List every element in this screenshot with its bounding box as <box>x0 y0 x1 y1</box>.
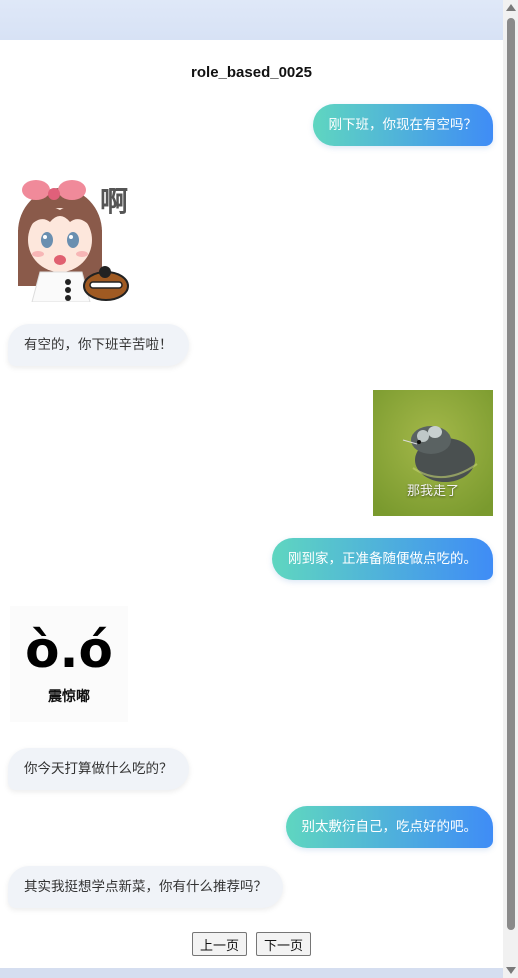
sticker-caption: 那我走了 <box>406 484 459 499</box>
message-bubble-outgoing: 别太敷衍自己，吃点好的吧。 <box>285 806 493 848</box>
scroll-up-arrow-icon[interactable] <box>506 4 516 11</box>
message-bubble-incoming: 有空的，你下班辛苦啦！ <box>8 324 189 366</box>
sticker-face-text: ò.ó <box>25 621 113 679</box>
next-page-button[interactable]: 下一页 <box>256 932 312 956</box>
bottom-bar <box>0 968 503 978</box>
pager: 上一页 下一页 <box>0 932 503 956</box>
sticker-anime-girl: 啊 <box>10 170 132 302</box>
prev-page-button[interactable]: 上一页 <box>191 932 247 956</box>
sticker-mouse: 那我走了 <box>373 390 493 516</box>
message-bubble-outgoing: 刚到家，正准备随便做点吃的。 <box>272 538 493 580</box>
message-bubble-incoming: 其实我挺想学点新菜，你有什么推荐吗？ <box>8 866 283 908</box>
chat-panel: role_based_0025 刚下班，你现在有空吗？ 啊 有空的，你下班辛苦啦… <box>0 40 503 968</box>
chat-title: role_based_0025 <box>191 64 312 81</box>
scroll-down-arrow-icon[interactable] <box>506 967 516 974</box>
sticker-caption: 震惊嘟 <box>48 689 90 705</box>
message-bubble-outgoing: 刚下班，你现在有空吗？ <box>312 104 493 146</box>
sticker-shocked-face: ò.ó 震惊嘟 <box>10 606 128 722</box>
top-bar <box>0 0 503 40</box>
scroll-thumb[interactable] <box>507 18 515 930</box>
message-bubble-incoming: 你今天打算做什么吃的？ <box>8 748 189 790</box>
vertical-scrollbar[interactable] <box>503 0 518 978</box>
sticker-caption: 啊 <box>100 185 129 218</box>
